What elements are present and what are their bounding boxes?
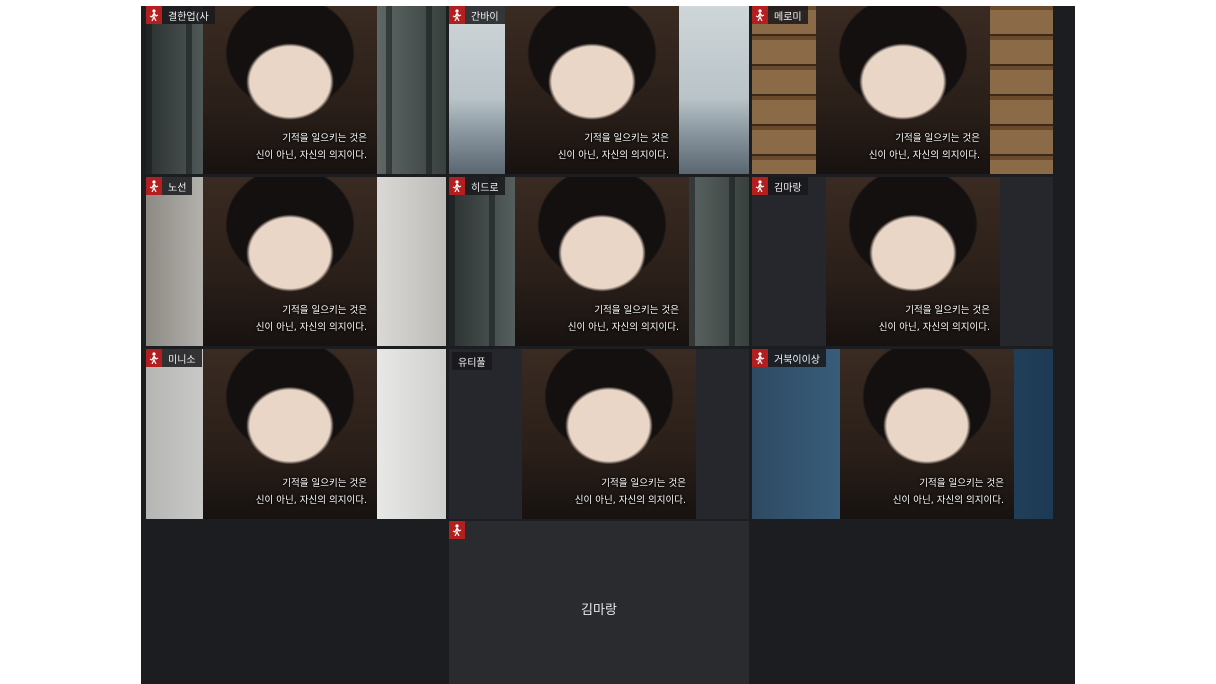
caption-line: 기적을 일으키는 것은 [584,133,669,144]
participant-name: 결한업(사 [168,11,209,23]
fighter-silhouette-icon [449,521,465,539]
fighter-silhouette-icon [449,177,465,195]
overlay-caption: 기적을 일으키는 것은 신이 아닌, 자신의 의지이다. [893,475,1004,509]
caption-line: 기적을 일으키는 것은 [282,305,367,316]
participant-name: 메로미 [774,11,802,23]
participant-tile[interactable]: 기적을 일으키는 것은 신이 아닌, 자신의 의지이다. 메로미 [752,6,1053,174]
name-badge: 유티풀 [452,352,492,370]
caption-line: 기적을 일으키는 것은 [905,305,990,316]
fighter-silhouette-icon [752,6,768,24]
participant-tile-audio-only[interactable]: 김마랑 [449,521,749,684]
video-overlay-portrait: 기적을 일으키는 것은 신이 아닌, 자신의 의지이다. [840,349,1014,519]
participant-tile[interactable]: 기적을 일으키는 것은 신이 아닌, 자신의 의지이다. 미니소 [146,349,446,519]
caption-line: 기적을 일으키는 것은 [594,305,679,316]
video-conference-stage: 기적을 일으키는 것은 신이 아닌, 자신의 의지이다. 결한업(사 기적을 일… [141,6,1075,684]
fighter-silhouette-icon [752,349,768,367]
video-overlay-portrait: 기적을 일으키는 것은 신이 아닌, 자신의 의지이다. [522,349,696,519]
overlay-caption: 기적을 일으키는 것은 신이 아닌, 자신의 의지이다. [256,130,367,164]
participant-name: 간바이 [471,11,499,23]
video-overlay-portrait: 기적을 일으키는 것은 신이 아닌, 자신의 의지이다. [515,177,689,346]
overlay-caption: 기적을 일으키는 것은 신이 아닌, 자신의 의지이다. [575,475,686,509]
overlay-caption: 기적을 일으키는 것은 신이 아닌, 자신의 의지이다. [558,130,669,164]
fighter-silhouette-icon [449,6,465,24]
name-badge: 결한업(사 [146,6,215,24]
caption-line: 신이 아닌, 자신의 의지이다. [255,495,367,506]
name-badge: 간바이 [449,6,505,24]
participant-tile[interactable]: 기적을 일으키는 것은 신이 아닌, 자신의 의지이다. 노선 [146,177,446,346]
participant-grid: 기적을 일으키는 것은 신이 아닌, 자신의 의지이다. 결한업(사 기적을 일… [146,6,1053,684]
participant-tile-active-speaker[interactable]: 기적을 일으키는 것은 신이 아닌, 자신의 의지이다. 유티풀 [449,349,749,519]
overlay-caption: 기적을 일으키는 것은 신이 아닌, 자신의 의지이다. [879,302,990,336]
name-badge: 미니소 [146,349,202,367]
caption-line: 기적을 일으키는 것은 [919,478,1004,489]
overlay-caption: 기적을 일으키는 것은 신이 아닌, 자신의 의지이다. [256,475,367,509]
caption-line: 신이 아닌, 자신의 의지이다. [557,150,669,161]
name-badge: 김마랑 [752,177,808,195]
name-badge: 메로미 [752,6,808,24]
caption-line: 기적을 일으키는 것은 [282,133,367,144]
name-badge [449,521,477,539]
participant-name: 유티풀 [458,357,486,369]
participant-name: 거북이이상 [774,354,820,366]
participant-tile[interactable]: 기적을 일으키는 것은 신이 아닌, 자신의 의지이다. 히드로 [449,177,749,346]
participant-tile[interactable]: 기적을 일으키는 것은 신이 아닌, 자신의 의지이다. 거북이이상 [752,349,1053,519]
caption-line: 신이 아닌, 자신의 의지이다. [255,150,367,161]
fighter-silhouette-icon [146,177,162,195]
caption-line: 기적을 일으키는 것은 [282,478,367,489]
caption-line: 신이 아닌, 자신의 의지이다. [868,150,980,161]
participant-tile[interactable]: 기적을 일으키는 것은 신이 아닌, 자신의 의지이다. 간바이 [449,6,749,174]
name-badge: 히드로 [449,177,505,195]
participant-tile[interactable]: 기적을 일으키는 것은 신이 아닌, 자신의 의지이다. 김마랑 [752,177,1053,346]
fighter-silhouette-icon [752,177,768,195]
participant-display-name: 김마랑 [581,603,617,618]
video-overlay-portrait: 기적을 일으키는 것은 신이 아닌, 자신의 의지이다. [816,6,990,174]
video-overlay-portrait: 기적을 일으키는 것은 신이 아닌, 자신의 의지이다. [203,349,377,519]
caption-line: 기적을 일으키는 것은 [601,478,686,489]
participant-name: 김마랑 [774,182,802,194]
caption-line: 신이 아닌, 자신의 의지이다. [574,495,686,506]
caption-line: 신이 아닌, 자신의 의지이다. [878,322,990,333]
participant-name: 히드로 [471,182,499,194]
caption-line: 기적을 일으키는 것은 [895,133,980,144]
participant-name: 미니소 [168,354,196,366]
caption-line: 신이 아닌, 자신의 의지이다. [892,495,1004,506]
overlay-caption: 기적을 일으키는 것은 신이 아닌, 자신의 의지이다. [568,302,679,336]
overlay-caption: 기적을 일으키는 것은 신이 아닌, 자신의 의지이다. [869,130,980,164]
video-overlay-portrait: 기적을 일으키는 것은 신이 아닌, 자신의 의지이다. [505,6,679,174]
video-overlay-portrait: 기적을 일으키는 것은 신이 아닌, 자신의 의지이다. [826,177,1000,346]
name-badge: 노선 [146,177,193,195]
fighter-silhouette-icon [146,349,162,367]
video-overlay-portrait: 기적을 일으키는 것은 신이 아닌, 자신의 의지이다. [203,177,377,346]
overlay-caption: 기적을 일으키는 것은 신이 아닌, 자신의 의지이다. [256,302,367,336]
caption-line: 신이 아닌, 자신의 의지이다. [567,322,679,333]
participant-tile[interactable]: 기적을 일으키는 것은 신이 아닌, 자신의 의지이다. 결한업(사 [146,6,446,174]
fighter-silhouette-icon [146,6,162,24]
video-overlay-portrait: 기적을 일으키는 것은 신이 아닌, 자신의 의지이다. [203,6,377,174]
caption-line: 신이 아닌, 자신의 의지이다. [255,322,367,333]
name-badge: 거북이이상 [752,349,826,367]
participant-name: 노선 [168,182,187,194]
